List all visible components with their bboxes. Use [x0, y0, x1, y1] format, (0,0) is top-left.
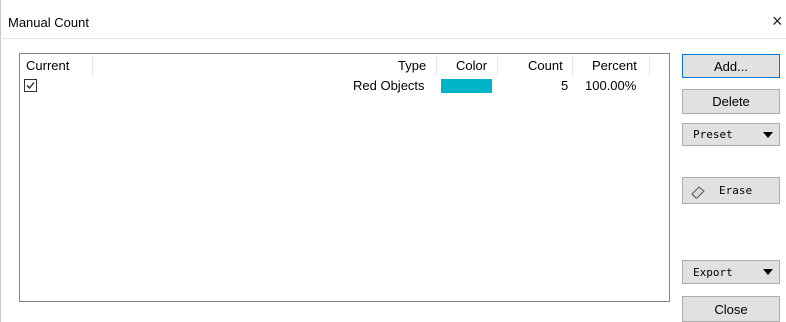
- erase-button-label: Erase: [719, 184, 753, 197]
- title-divider: [0, 38, 786, 39]
- add-button[interactable]: Add...: [682, 54, 780, 78]
- window-border: [0, 0, 1, 322]
- column-divider[interactable]: [436, 56, 437, 76]
- close-button[interactable]: Close: [682, 296, 780, 322]
- column-header-percent[interactable]: Percent: [592, 58, 637, 73]
- chevron-down-icon: [763, 131, 773, 138]
- type-cell: Red Objects: [353, 78, 425, 93]
- count-cell: 5: [561, 78, 569, 93]
- color-swatch[interactable]: [441, 79, 492, 93]
- column-header-color[interactable]: Color: [456, 58, 487, 73]
- eraser-icon: [691, 186, 705, 199]
- column-divider[interactable]: [649, 56, 650, 76]
- preset-dropdown-button[interactable]: Preset: [682, 123, 780, 146]
- chevron-down-icon: [763, 269, 773, 275]
- column-header-count[interactable]: Count: [528, 58, 563, 73]
- column-divider[interactable]: [497, 56, 498, 76]
- close-icon[interactable]: ×: [772, 11, 786, 31]
- close-button-label: Close: [714, 301, 748, 317]
- preset-button-label: Preset: [693, 128, 733, 141]
- current-checkbox[interactable]: [24, 79, 37, 92]
- list-header: Current Type Color Count Percent: [20, 54, 669, 76]
- delete-button[interactable]: Delete: [682, 89, 780, 114]
- export-dropdown-button[interactable]: Export: [682, 260, 780, 284]
- column-header-type[interactable]: Type: [398, 58, 426, 73]
- manual-count-window: Manual Count × Current Type Color Count …: [0, 0, 786, 322]
- checkmark-icon: [26, 82, 35, 89]
- column-divider[interactable]: [92, 56, 93, 76]
- column-divider[interactable]: [572, 56, 573, 76]
- count-list[interactable]: Current Type Color Count Percent Red Obj…: [19, 53, 670, 302]
- table-row[interactable]: Red Objects 5 100.00%: [20, 76, 669, 96]
- erase-button[interactable]: Erase: [682, 177, 780, 204]
- column-header-current[interactable]: Current: [26, 58, 69, 73]
- window-title: Manual Count: [8, 15, 89, 30]
- export-button-label: Export: [693, 265, 733, 279]
- add-button-label: Add...: [714, 58, 748, 74]
- percent-cell: 100.00%: [585, 78, 637, 93]
- delete-button-label: Delete: [712, 94, 750, 109]
